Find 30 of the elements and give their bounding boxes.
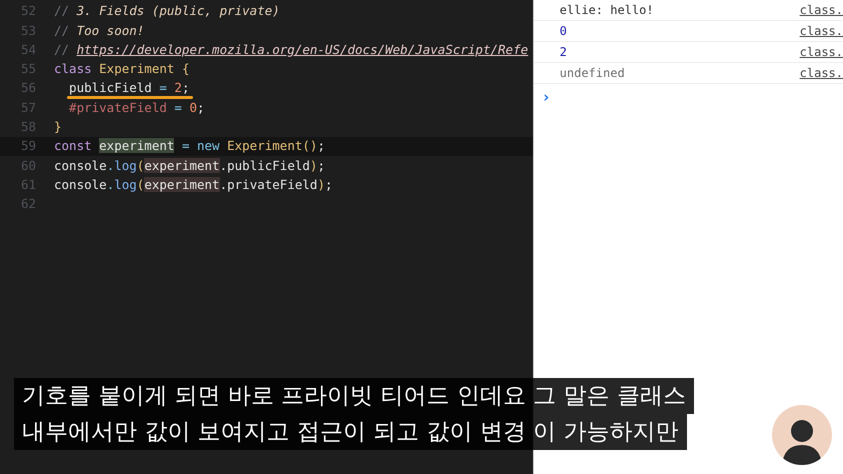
- console-output: ellie: hello!: [560, 2, 655, 19]
- code-line: class Experiment {: [54, 60, 190, 78]
- source-link[interactable]: class.: [800, 22, 843, 40]
- code-line: #privateField = 0;: [68, 98, 205, 117]
- console-output: 2: [560, 44, 568, 61]
- console-output: 0: [560, 23, 568, 40]
- line-number: 52: [20, 2, 36, 20]
- line-number: 53: [20, 22, 36, 40]
- source-link[interactable]: class.: [800, 43, 843, 61]
- line-number: 60: [20, 156, 36, 175]
- line-number: 62: [20, 195, 36, 214]
- line-number: 56: [20, 79, 36, 98]
- line-number: 54: [20, 40, 36, 59]
- code-line: // 3. Fields (public, private): [54, 2, 280, 20]
- console-output: undefined: [560, 65, 626, 82]
- line-number: 57: [20, 98, 36, 117]
- source-link[interactable]: class.: [800, 64, 843, 82]
- code-line: // Too soon!: [54, 22, 144, 40]
- code-line: }: [54, 118, 62, 136]
- code-line: publicField = 2;: [68, 79, 190, 98]
- code-line: console.log(experiment.privateField);: [54, 176, 332, 194]
- console-prompt[interactable]: ›: [542, 88, 551, 106]
- source-link[interactable]: class.: [800, 1, 843, 19]
- code-line: console.log(experiment.publicField);: [54, 156, 325, 175]
- code-line: // https://developer.mozilla.org/en-US/docs/Web/JavaScript/Refe: [54, 40, 528, 59]
- line-number: 61: [20, 176, 36, 194]
- line-number: 58: [20, 118, 36, 136]
- line-number: 55: [20, 60, 36, 78]
- line-number: 59: [20, 137, 36, 156]
- code-line: const experiment = new Experiment();: [54, 137, 325, 156]
